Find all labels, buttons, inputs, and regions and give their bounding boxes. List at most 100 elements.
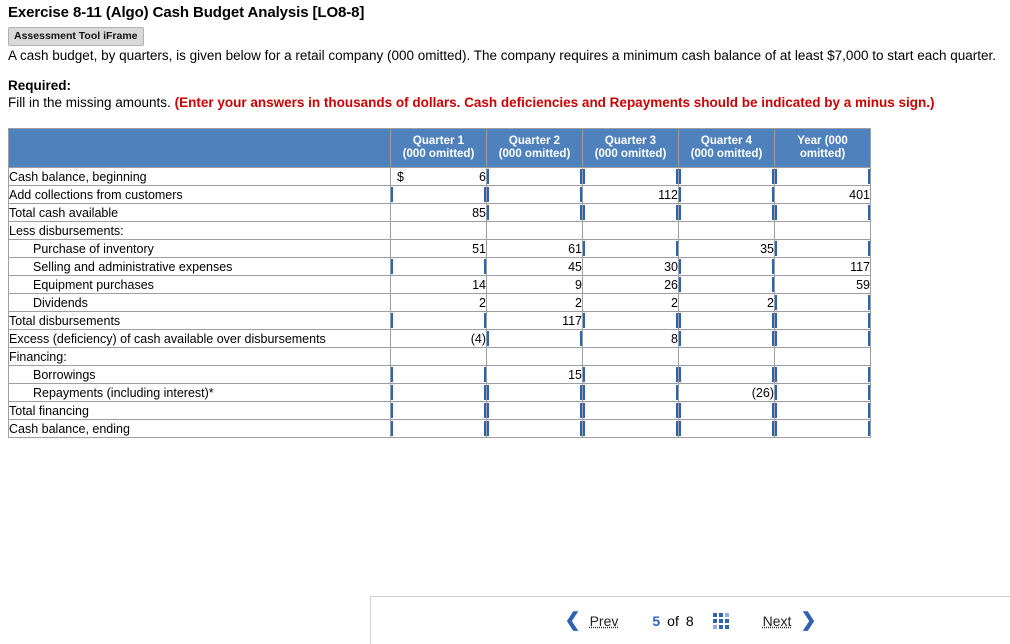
column-header-year: Year (000 omitted): [774, 128, 871, 168]
answer-input-cell[interactable]: [774, 203, 871, 222]
column-header-line2: omitted): [799, 148, 846, 160]
answer-input-cell[interactable]: [486, 419, 583, 438]
answer-input-cell[interactable]: [390, 257, 487, 276]
page-indicator: 5 of 8: [652, 612, 729, 629]
column-header-line2: (000 omitted): [402, 148, 475, 160]
table-row: Selling and administrative expenses 45 30 1…: [8, 257, 871, 276]
table-row: Add collections from customers 112 401: [8, 185, 871, 204]
row-label: Excess (deficiency) of cash available ov…: [8, 329, 391, 348]
answer-input-cell[interactable]: [390, 419, 487, 438]
answer-input-cell[interactable]: [678, 203, 775, 222]
value-cell: 26: [582, 275, 679, 294]
value-cell: 15: [486, 365, 583, 384]
required-note: (Enter your answers in thousands of doll…: [174, 95, 935, 110]
answer-input-cell[interactable]: [774, 239, 871, 258]
answer-input-cell[interactable]: [678, 365, 775, 384]
row-label: Cash balance, ending: [8, 419, 391, 438]
required-instructions: Fill in the missing amounts. (Enter your…: [8, 94, 1002, 112]
answer-input-cell[interactable]: [582, 383, 679, 402]
value-cell: 117: [486, 311, 583, 330]
value-cell: 112: [582, 185, 679, 204]
value-cell: 117: [774, 257, 871, 276]
value-cell: 6: [390, 167, 487, 186]
row-label: Equipment purchases: [8, 275, 391, 294]
answer-input-cell[interactable]: [678, 275, 775, 294]
table-body: Cash balance, beginning6Add collections …: [8, 167, 871, 438]
cash-budget-table: Quarter 1 (000 omitted) Quarter 2 (000 o…: [8, 128, 871, 438]
row-label: Purchase of inventory: [8, 239, 391, 258]
value-cell: [390, 221, 487, 240]
exercise-page: Exercise 8-11 (Algo) Cash Budget Analysi…: [0, 4, 1010, 644]
answer-input-cell[interactable]: [390, 401, 487, 420]
answer-input-cell[interactable]: [390, 185, 487, 204]
answer-input-cell[interactable]: [774, 293, 871, 312]
value-cell: [390, 347, 487, 366]
assessment-tool-iframe-badge: Assessment Tool iFrame: [8, 27, 144, 46]
table-row: Less disbursements:: [8, 221, 871, 240]
value-cell: 2: [486, 293, 583, 312]
value-cell: 2: [678, 293, 775, 312]
answer-input-cell[interactable]: [774, 167, 871, 186]
answer-input-cell[interactable]: [678, 401, 775, 420]
value-cell: (4): [390, 329, 487, 348]
answer-input-cell[interactable]: [774, 401, 871, 420]
answer-input-cell[interactable]: [582, 365, 679, 384]
value-cell: 401: [774, 185, 871, 204]
value-cell: [774, 347, 871, 366]
table-row: Excess (deficiency) of cash available ov…: [8, 329, 871, 348]
answer-input-cell[interactable]: [678, 311, 775, 330]
next-button[interactable]: Next ❯: [763, 611, 817, 630]
answer-input-cell[interactable]: [486, 329, 583, 348]
answer-input-cell[interactable]: [390, 365, 487, 384]
intro-text: A cash budget, by quarters, is given bel…: [8, 48, 997, 63]
row-label: Selling and administrative expenses: [8, 257, 391, 276]
chevron-left-icon: ❮: [564, 609, 581, 631]
value-cell: 85: [390, 203, 487, 222]
answer-input-cell[interactable]: [582, 311, 679, 330]
value-cell: 45: [486, 257, 583, 276]
answer-input-cell[interactable]: [486, 203, 583, 222]
total-pages: 8: [685, 612, 694, 629]
column-header-quarter-2: Quarter 2 (000 omitted): [486, 128, 583, 168]
answer-input-cell[interactable]: [390, 383, 487, 402]
table-row: Cash balance, beginning6: [8, 167, 871, 186]
answer-input-cell[interactable]: [582, 167, 679, 186]
answer-input-cell[interactable]: [486, 383, 583, 402]
answer-input-cell[interactable]: [582, 203, 679, 222]
answer-input-cell[interactable]: [486, 167, 583, 186]
answer-input-cell[interactable]: [582, 419, 679, 438]
prev-button-label: Prev: [589, 612, 619, 629]
answer-input-cell[interactable]: [774, 329, 871, 348]
column-header-line2: (000 omitted): [594, 148, 667, 160]
answer-input-cell[interactable]: [678, 419, 775, 438]
prev-button[interactable]: ❮ Prev: [564, 609, 619, 631]
answer-input-cell[interactable]: [774, 365, 871, 384]
grid-view-icon[interactable]: [712, 612, 729, 629]
answer-input-cell[interactable]: [678, 185, 775, 204]
answer-input-cell[interactable]: [774, 383, 871, 402]
table-row: Total financing: [8, 401, 871, 420]
answer-input-cell[interactable]: [582, 239, 679, 258]
answer-input-cell[interactable]: [678, 167, 775, 186]
value-cell: 14: [390, 275, 487, 294]
answer-input-cell[interactable]: [774, 419, 871, 438]
value-cell: [486, 347, 583, 366]
row-label: Total cash available: [8, 203, 391, 222]
table-row: Repayments (including interest)* (26): [8, 383, 871, 402]
answer-input-cell[interactable]: [678, 257, 775, 276]
budget-table-container: Quarter 1 (000 omitted) Quarter 2 (000 o…: [8, 112, 1002, 510]
value-cell: [678, 347, 775, 366]
answer-input-cell[interactable]: [486, 401, 583, 420]
answer-input-cell[interactable]: [582, 401, 679, 420]
answer-input-cell[interactable]: [774, 311, 871, 330]
table-header-row: Quarter 1 (000 omitted) Quarter 2 (000 o…: [8, 128, 871, 168]
answer-input-cell[interactable]: [486, 185, 583, 204]
required-text: Fill in the missing amounts.: [8, 95, 171, 110]
table-row: Equipment purchases 14 9 26 59: [8, 275, 871, 294]
table-row: Total disbursements 117: [8, 311, 871, 330]
current-page: 5: [652, 612, 661, 629]
answer-input-cell[interactable]: [678, 329, 775, 348]
column-header-line1: Quarter 3: [604, 135, 657, 147]
table-row: Dividends 2 2 2 2: [8, 293, 871, 312]
answer-input-cell[interactable]: [390, 311, 487, 330]
